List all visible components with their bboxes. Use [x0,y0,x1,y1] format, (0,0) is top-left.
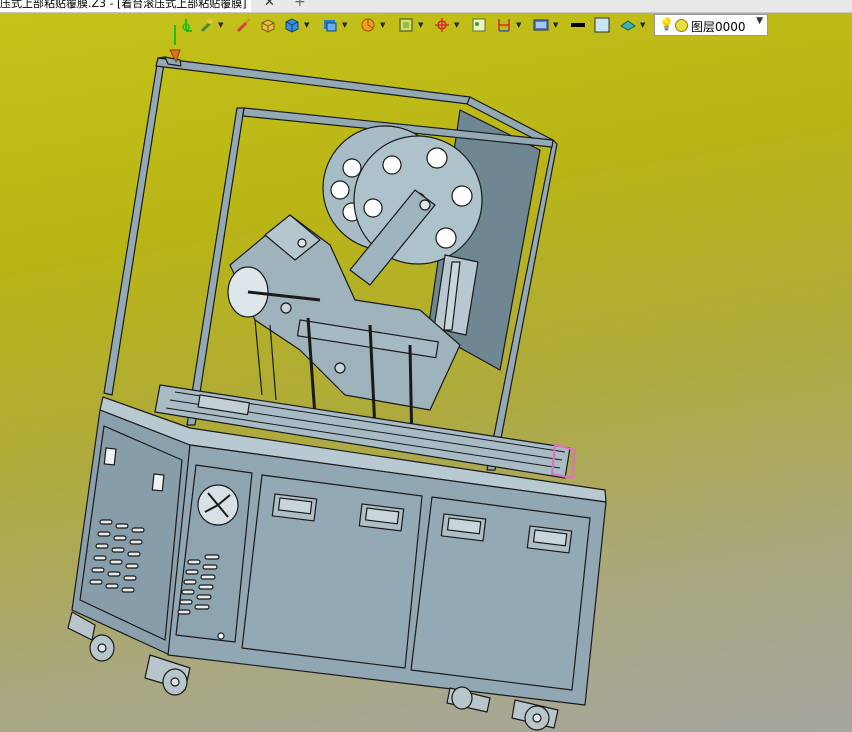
cabinet-door-left [241,474,423,669]
cabinet-door-right [410,496,591,691]
axis-triad-icon [169,25,181,64]
model-viewport[interactable] [0,0,852,732]
